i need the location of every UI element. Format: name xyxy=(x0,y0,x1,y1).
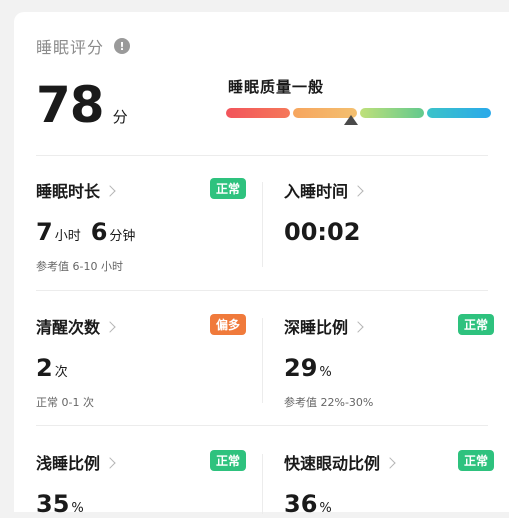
metric-title: 睡眠时长 xyxy=(36,182,101,201)
status-badge: 正常 xyxy=(457,450,494,471)
status-badge: 正常 xyxy=(457,314,494,335)
metric-light-sleep-ratio[interactable]: 浅睡比例 正常 35 % xyxy=(36,450,246,518)
quality-bar xyxy=(226,108,491,118)
card-header: 睡眠评分 ! xyxy=(36,34,131,58)
duration-hours: 7 xyxy=(36,218,53,246)
status-badge: 正常 xyxy=(209,178,246,199)
rem-ratio-value: 36 xyxy=(284,490,318,518)
score-unit: 分 xyxy=(112,108,128,126)
metric-wake-count[interactable]: 清醒次数 偏多 2 次 正常 0-1 次 xyxy=(36,314,246,410)
metric-rem-ratio[interactable]: 快速眼动比例 正常 36 % xyxy=(284,450,494,518)
quality-segment-excellent xyxy=(427,108,491,118)
reference-text: 参考值 22%-30% xyxy=(284,396,374,409)
column-divider xyxy=(262,318,263,403)
reference-text: 正常 0-1 次 xyxy=(36,396,94,409)
status-badge: 偏多 xyxy=(209,314,246,335)
light-ratio-value: 35 xyxy=(36,490,70,518)
light-ratio-unit: % xyxy=(71,501,84,516)
card-title: 睡眠评分 xyxy=(36,38,105,57)
divider xyxy=(36,425,488,426)
chevron-right-icon xyxy=(384,456,396,469)
chevron-right-icon xyxy=(104,320,116,333)
divider xyxy=(36,290,488,291)
quality-segment-good xyxy=(360,108,424,118)
chevron-right-icon xyxy=(352,320,364,333)
metric-deep-sleep-ratio[interactable]: 深睡比例 正常 29 % 参考值 22%-30% xyxy=(284,314,494,410)
reference-text: 参考值 6-10 小时 xyxy=(36,260,123,273)
minutes-unit: 分钟 xyxy=(109,229,136,244)
score-value: 78 xyxy=(36,76,105,134)
chevron-right-icon xyxy=(352,184,364,197)
quality-marker-icon xyxy=(344,115,358,125)
chevron-right-icon xyxy=(104,184,116,197)
metric-title: 入睡时间 xyxy=(284,182,349,201)
wake-count-unit: 次 xyxy=(54,365,68,380)
deep-ratio-value: 29 xyxy=(284,354,318,382)
sleep-score-card: 睡眠评分 ! 78 分 睡眠质量一般 睡眠时长 正常 7 小时 6 分钟 参考值… xyxy=(14,12,509,518)
metric-fall-asleep-time[interactable]: 入睡时间 00:02 xyxy=(284,178,494,246)
duration-minutes: 6 xyxy=(90,218,108,246)
metric-title: 快速眼动比例 xyxy=(284,454,381,473)
metric-title: 清醒次数 xyxy=(36,318,101,337)
quality-label: 睡眠质量一般 xyxy=(228,78,325,96)
metric-title: 深睡比例 xyxy=(284,318,349,337)
info-icon[interactable]: ! xyxy=(114,38,131,54)
fall-asleep-value: 00:02 xyxy=(284,218,361,246)
column-divider xyxy=(262,182,263,267)
column-divider xyxy=(262,454,263,514)
sleep-score: 78 分 xyxy=(36,76,128,134)
rem-ratio-unit: % xyxy=(319,501,332,516)
status-badge: 正常 xyxy=(209,450,246,471)
metric-title: 浅睡比例 xyxy=(36,454,101,473)
quality-segment-poor xyxy=(226,108,290,118)
divider xyxy=(36,155,488,156)
hours-unit: 小时 xyxy=(54,229,81,244)
wake-count-value: 2 xyxy=(36,354,53,382)
metric-sleep-duration[interactable]: 睡眠时长 正常 7 小时 6 分钟 参考值 6-10 小时 xyxy=(36,178,246,274)
deep-ratio-unit: % xyxy=(319,365,332,380)
chevron-right-icon xyxy=(104,456,116,469)
